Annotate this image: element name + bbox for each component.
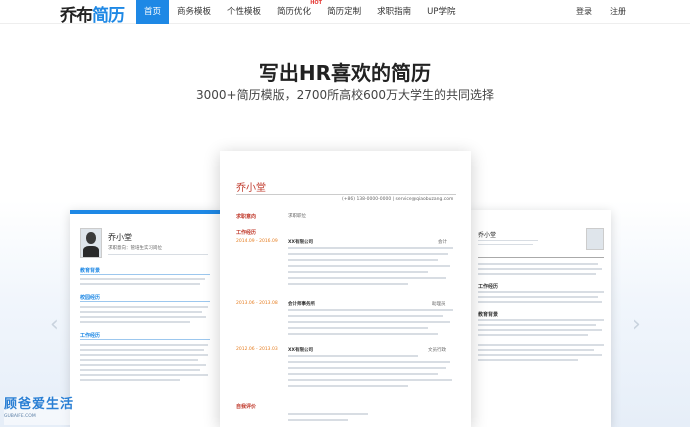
logo-text-accent: 简历 <box>92 6 125 26</box>
section-work: 工作经历 <box>478 284 499 290</box>
job-company: 会计师事务所 <box>288 302 315 307</box>
nav-item-up-academy[interactable]: UP学院 <box>419 0 463 24</box>
logo-text: 乔布 <box>60 6 93 26</box>
job-role: 文员行政 <box>428 348 446 353</box>
resume-name: 乔小堂 <box>108 233 132 242</box>
resume-job-title: 求职意向：管培生实习岗位 <box>108 246 162 251</box>
job-date: 2014.09 - 2016.09 <box>236 239 278 244</box>
carousel-prev-arrow[interactable]: ‹ <box>50 312 59 337</box>
section-education: 教育背景 <box>80 268 101 274</box>
carousel-next-arrow[interactable]: › <box>632 312 641 337</box>
section-self-evaluation: 自我评价 <box>236 404 257 410</box>
logo[interactable]: 乔布简历 <box>60 1 125 26</box>
section-work: 工作经历 <box>80 333 101 339</box>
section-work-experience: 工作经历 <box>236 230 257 236</box>
job-company: XX有限公司 <box>288 240 313 245</box>
nav-item-job-guide[interactable]: 求职指南 <box>369 0 419 24</box>
resume-preview-center[interactable]: 乔小堂 (+86) 138-0000-0000 | service@qiaobu… <box>220 151 471 427</box>
hero-title: 写出HR喜欢的简历 <box>258 61 432 85</box>
watermark: 顾爸爱生活 GUBAIFE.COM <box>4 397 80 425</box>
nav-item-home[interactable]: 首页 <box>136 0 170 24</box>
avatar-placeholder <box>586 228 604 250</box>
job-role: 会计 <box>438 240 447 245</box>
job-date: 2013.06 - 2013.08 <box>236 301 278 306</box>
resume-preview-right[interactable]: 乔小堂 工作经历 教育背景 <box>470 210 611 427</box>
section-campus: 校园经历 <box>80 295 101 301</box>
resume-name: 乔小堂 <box>478 232 497 239</box>
intent-value: 求职职位 <box>288 214 306 219</box>
section-education: 教育背景 <box>478 312 499 318</box>
resume-preview-left[interactable]: 乔小堂 求职意向：管培生实习岗位 教育背景 校园经历 工作经历 <box>70 210 220 427</box>
job-date: 2012.06 - 2013.03 <box>236 347 278 352</box>
job-role: 助理员 <box>432 302 446 307</box>
avatar <box>80 228 102 258</box>
register-link[interactable]: 注册 <box>610 0 626 24</box>
main-nav: 首页 商务模板 个性模板 简历优化 HOT 简历定制 求职指南 UP学院 <box>136 0 463 24</box>
watermark-url: GUBAIFE.COM <box>4 414 36 419</box>
section-intent: 求职意向 <box>236 214 257 220</box>
nav-item-resume-optimize[interactable]: 简历优化 HOT <box>269 0 322 24</box>
resume-name: 乔小堂 <box>236 183 266 194</box>
resume-contact: (+86) 138-0000-0000 | service@qiaobuzang… <box>342 197 454 202</box>
nav-item-business-templates[interactable]: 商务模板 <box>169 0 219 24</box>
hero-subtitle: 3000+简历模版，2700所高校600万大学生的共同选择 <box>195 88 495 102</box>
nav-item-personal-templates[interactable]: 个性模板 <box>219 0 269 24</box>
job-company: XX有限公司 <box>288 348 313 353</box>
watermark-text: 顾爸爱生活 <box>4 397 75 412</box>
top-header: 乔布简历 首页 商务模板 个性模板 简历优化 HOT 简历定制 求职指南 UP学院… <box>0 0 690 26</box>
nav-item-resume-custom[interactable]: 简历定制 <box>319 0 369 24</box>
login-link[interactable]: 登录 <box>576 0 592 24</box>
